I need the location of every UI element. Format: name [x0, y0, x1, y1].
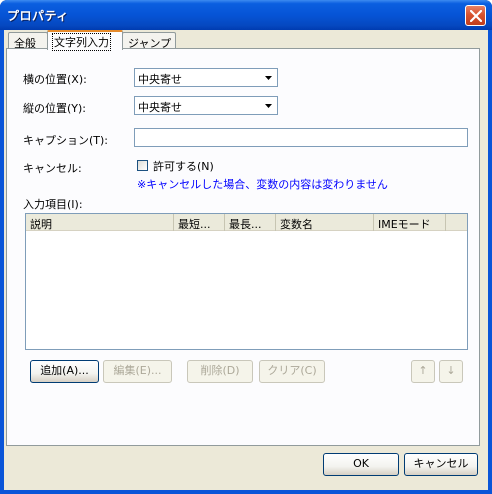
- properties-dialog: プロパティ 全般 文字列入力 ジャンプ 横の位置(X): 中央寄せ 縦の位置(Y…: [0, 0, 492, 494]
- move-down-button[interactable]: ↓: [439, 360, 463, 383]
- chevron-down-icon: [265, 104, 272, 108]
- close-button[interactable]: [465, 5, 486, 26]
- close-icon: [470, 10, 482, 22]
- column-ime-mode[interactable]: IMEモード: [374, 214, 446, 231]
- add-button[interactable]: 追加(A)...: [30, 360, 99, 383]
- delete-button[interactable]: 削除(D): [187, 360, 253, 383]
- allow-cancel-label[interactable]: 許可する(N): [153, 158, 214, 174]
- window-frame-bottom: [0, 490, 492, 494]
- v-position-label: 縦の位置(Y):: [23, 102, 87, 115]
- tab-string-input-label: 文字列入力: [52, 33, 111, 51]
- column-min[interactable]: 最短...: [174, 214, 225, 231]
- items-list[interactable]: 説明 最短... 最長... 変数名 IMEモード: [25, 213, 468, 350]
- clear-button[interactable]: クリア(C): [259, 360, 325, 383]
- chevron-down-icon: [265, 76, 272, 80]
- items-label: 入力項目(I):: [23, 198, 83, 211]
- column-description[interactable]: 説明: [26, 214, 174, 231]
- h-position-select[interactable]: 中央寄せ: [134, 68, 278, 87]
- tab-string-input[interactable]: 文字列入力: [47, 30, 123, 51]
- title-bar[interactable]: プロパティ: [0, 0, 492, 30]
- move-up-button[interactable]: ↑: [411, 360, 435, 383]
- cancel-label: キャンセル:: [23, 162, 82, 175]
- column-variable-name[interactable]: 変数名: [276, 214, 374, 231]
- v-position-select[interactable]: 中央寄せ: [134, 96, 278, 115]
- allow-cancel-checkbox[interactable]: [137, 160, 148, 171]
- caption-input[interactable]: [134, 128, 468, 147]
- ok-button[interactable]: OK: [323, 453, 399, 476]
- caption-label: キャプション(T):: [23, 134, 109, 147]
- h-position-value: 中央寄せ: [138, 73, 182, 86]
- window-frame-right: [488, 30, 492, 494]
- cancel-note: ※キャンセルした場合、変数の内容は変わりません: [137, 178, 388, 191]
- column-max[interactable]: 最長...: [225, 214, 276, 231]
- window-title: プロパティ: [7, 9, 69, 23]
- list-header: 説明 最短... 最長... 変数名 IMEモード: [26, 214, 467, 231]
- h-position-label: 横の位置(X):: [23, 73, 87, 86]
- v-position-value: 中央寄せ: [138, 101, 182, 114]
- cancel-button[interactable]: キャンセル: [404, 453, 478, 476]
- edit-button[interactable]: 編集(E)...: [103, 360, 172, 383]
